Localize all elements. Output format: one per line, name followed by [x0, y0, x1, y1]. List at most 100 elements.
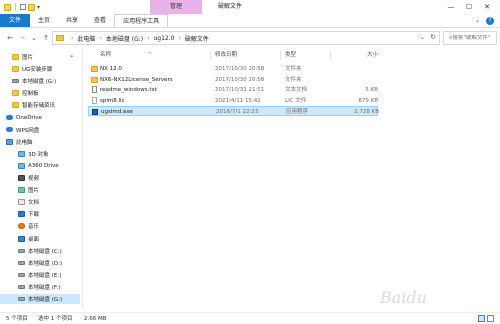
- file-row[interactable]: NX6-NX12License_Servers 2017/10/30 20:58 文…: [88, 75, 378, 85]
- nav-item[interactable]: 图片 ✦: [0, 52, 80, 62]
- breadcrumb-this-pc[interactable]: 此电脑: [77, 34, 95, 43]
- obj-icon: [18, 150, 25, 157]
- tab-application-tools[interactable]: 应用程序工具: [114, 14, 169, 27]
- properties-icon[interactable]: [20, 4, 26, 10]
- tab-view[interactable]: 查看: [86, 14, 114, 27]
- nav-item-label: 本地磁盘 (G:): [28, 297, 63, 303]
- nav-item[interactable]: 音乐: [0, 221, 80, 231]
- maximize-button[interactable]: ☐: [460, 0, 478, 14]
- minimize-button[interactable]: —: [442, 0, 460, 14]
- recent-locations-icon[interactable]: ⌄: [28, 34, 40, 42]
- nav-item[interactable]: 3D 对象: [0, 149, 80, 159]
- nav-item[interactable]: UG安装步骤: [0, 64, 80, 74]
- chevron-down-icon[interactable]: ⌄: [420, 34, 425, 41]
- file-row[interactable]: splm8.lic 2021/4/11 15:42 LIC 文件 879 KB: [88, 96, 378, 106]
- nav-item-label: 视频: [28, 176, 40, 182]
- drive-icon: [12, 79, 19, 84]
- nav-item[interactable]: A360 Drive: [0, 161, 80, 171]
- file-row[interactable]: NX 12.0 2017/10/30 20:58 文件夹: [88, 64, 378, 74]
- nav-item[interactable]: OneDrive: [0, 113, 80, 123]
- nav-item[interactable]: 本地磁盘 (G:): [0, 294, 80, 304]
- file-date: 2017/10/30 20:58: [215, 66, 265, 72]
- refresh-icon[interactable]: ↻: [430, 33, 436, 41]
- column-divider[interactable]: [330, 51, 331, 60]
- close-button[interactable]: ✕: [478, 0, 496, 14]
- file-list[interactable]: ^ 名称 修改日期 类型 大小 NX 12.0 2017/10/30 20:58 文…: [88, 48, 500, 309]
- file-name: NX6-NX12License_Servers: [100, 76, 173, 83]
- nav-item-label: 下载: [28, 212, 40, 219]
- tab-file[interactable]: 文件: [0, 14, 31, 27]
- chevron-right-icon[interactable]: ›: [147, 35, 149, 42]
- file-size: 5 KB: [365, 87, 378, 94]
- nav-item[interactable]: WPS网盘: [0, 125, 80, 135]
- breadcrumb-ug12[interactable]: ug12.0: [154, 35, 175, 42]
- nav-item-label: A360 Drive: [28, 162, 59, 169]
- breadcrumb-crack-files[interactable]: 破解文件: [185, 34, 209, 43]
- drive-icon: [18, 260, 25, 265]
- file-name: readme_windows.txt: [100, 87, 157, 94]
- folder-icon: [12, 66, 19, 73]
- nav-item[interactable]: 智能存储资讯: [0, 100, 80, 110]
- pin-icon: ✦: [69, 54, 74, 60]
- address-bar-row: ← → ⌄ ↑ › 此电脑 › 本地磁盘 (G:) › ug12.0 › 破解文…: [0, 29, 500, 47]
- obj-icon: [18, 162, 25, 169]
- column-divider[interactable]: [210, 51, 211, 60]
- tab-share[interactable]: 共享: [58, 14, 86, 27]
- window-controls: — ☐ ✕: [442, 0, 496, 14]
- pane-divider[interactable]: [82, 48, 83, 309]
- nav-item[interactable]: 本地磁盘 (G:): [0, 76, 80, 86]
- dl-icon: [18, 211, 25, 218]
- nav-item[interactable]: 本地磁盘 (C:): [0, 246, 80, 256]
- search-input[interactable]: [452, 35, 493, 41]
- column-name[interactable]: 名称: [100, 50, 111, 61]
- breadcrumb-drive-g[interactable]: 本地磁盘 (G:): [106, 34, 143, 43]
- nav-item[interactable]: 本地磁盘 (F:): [0, 282, 80, 292]
- large-icons-view-icon[interactable]: [487, 315, 494, 322]
- file-type: 文本文档: [285, 87, 308, 94]
- up-arrow-icon[interactable]: ↑: [40, 34, 52, 42]
- details-view-icon[interactable]: [478, 315, 485, 322]
- tab-home[interactable]: 主页: [30, 14, 58, 27]
- ribbon-tabs: 文件 主页 共享 查看 应用程序工具 ⌄ ?: [0, 14, 500, 28]
- item-count: 5 个项目: [6, 316, 28, 322]
- cloud-icon: [6, 115, 13, 120]
- chevron-right-icon[interactable]: ›: [178, 35, 180, 42]
- file-row[interactable]: ugslmd.exe 2016/7/1 22:23 应用程序 2,728 KB: [88, 106, 379, 117]
- help-icon[interactable]: ?: [486, 17, 494, 25]
- file-name: splm8.lic: [100, 97, 125, 104]
- nav-item[interactable]: 图片: [0, 185, 80, 195]
- column-size[interactable]: 大小: [338, 50, 378, 61]
- nav-item[interactable]: 控制板: [0, 88, 80, 98]
- nav-item[interactable]: 文档: [0, 197, 80, 207]
- nav-item[interactable]: 视频: [0, 173, 80, 183]
- nav-item[interactable]: 桌面: [0, 234, 80, 244]
- navigation-pane[interactable]: 图片 ✦ UG安装步骤 本地磁盘 (G:) 控制板 智能存储资讯 OneDrive WPS网盘…: [0, 48, 80, 309]
- nav-item-label: OneDrive: [16, 114, 42, 121]
- column-header: ^ 名称 修改日期 类型 大小: [88, 50, 384, 61]
- folder-icon: [56, 35, 64, 41]
- search-box[interactable]: ⌕: [443, 31, 497, 45]
- address-bar[interactable]: › 此电脑 › 本地磁盘 (G:) › ug12.0 › 破解文件 ⌄ ↻: [52, 31, 440, 45]
- nav-item-label: UG安装步骤: [22, 67, 53, 74]
- forward-arrow-icon[interactable]: →: [16, 34, 28, 42]
- nav-item-label: 3D 对象: [28, 151, 49, 158]
- nav-item[interactable]: 此电脑: [0, 137, 80, 147]
- column-date[interactable]: 修改日期: [215, 50, 237, 61]
- expand-ribbon-icon[interactable]: ⌄: [475, 14, 480, 28]
- file-row[interactable]: readme_windows.txt 2017/10/31 21:51 文本文档 5 …: [88, 85, 378, 95]
- back-arrow-icon[interactable]: ←: [4, 34, 16, 42]
- chevron-right-icon[interactable]: ›: [71, 35, 73, 42]
- column-type[interactable]: 类型: [285, 50, 296, 61]
- customize-toolbar-icon[interactable]: ▾: [37, 4, 40, 11]
- exe-icon: [92, 109, 98, 116]
- column-divider[interactable]: [280, 51, 281, 60]
- new-folder-icon[interactable]: [28, 3, 35, 11]
- nav-item[interactable]: 下载: [0, 209, 80, 219]
- chevron-right-icon[interactable]: ›: [99, 35, 101, 42]
- wps-icon: [6, 127, 13, 133]
- folder-icon: [12, 90, 19, 97]
- nav-item[interactable]: 本地磁盘 (D:): [0, 258, 80, 268]
- nav-item-label: 本地磁盘 (D:): [28, 260, 63, 267]
- nav-item[interactable]: 本地磁盘 (E:): [0, 270, 80, 280]
- manage-tab[interactable]: 管理: [150, 0, 202, 14]
